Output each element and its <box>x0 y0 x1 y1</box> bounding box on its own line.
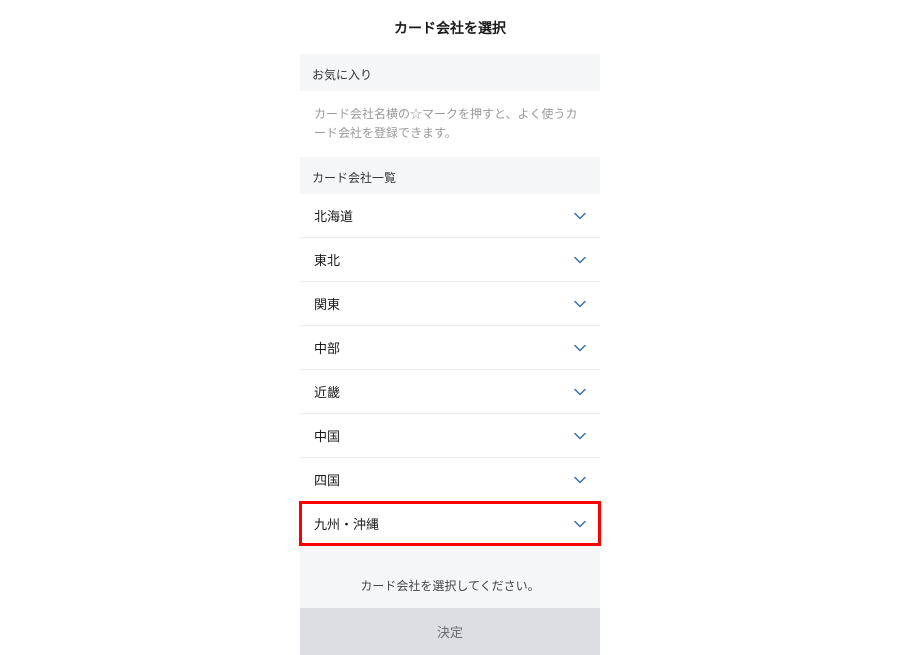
list-item[interactable]: 四国 <box>300 458 600 502</box>
chevron-down-icon <box>574 386 586 398</box>
favorites-section-label: お気に入り <box>300 54 600 91</box>
company-list: 北海道東北関東中部近畿中国四国九州・沖縄 <box>300 194 600 545</box>
list-item[interactable]: 近畿 <box>300 370 600 414</box>
confirm-button[interactable]: 決定 <box>300 608 600 655</box>
chevron-down-icon <box>574 342 586 354</box>
chevron-down-icon <box>574 430 586 442</box>
list-item[interactable]: 中国 <box>300 414 600 458</box>
chevron-down-icon <box>574 254 586 266</box>
footer-message: カード会社を選択してください。 <box>300 565 600 608</box>
header: カード会社を選択 <box>300 0 600 54</box>
chevron-down-icon <box>574 518 586 530</box>
chevron-down-icon <box>574 210 586 222</box>
list-item-label: 近畿 <box>314 382 340 401</box>
phone-screen: カード会社を選択 お気に入り カード会社名横の☆マークを押すと、よく使うカード会… <box>300 0 600 635</box>
list-item[interactable]: 東北 <box>300 238 600 282</box>
list-item[interactable]: 九州・沖縄 <box>300 502 600 545</box>
list-item-label: 四国 <box>314 470 340 489</box>
list-item[interactable]: 北海道 <box>300 194 600 238</box>
footer: カード会社を選択してください。 決定 <box>300 545 600 655</box>
list-item-label: 東北 <box>314 250 340 269</box>
list-item-label: 九州・沖縄 <box>314 514 379 533</box>
company-list-section-label: カード会社一覧 <box>300 157 600 194</box>
list-item-label: 中部 <box>314 338 340 357</box>
chevron-down-icon <box>574 298 586 310</box>
favorites-empty-message: カード会社名横の☆マークを押すと、よく使うカード会社を登録できます。 <box>300 91 600 157</box>
page-title: カード会社を選択 <box>300 18 600 38</box>
list-item-label: 北海道 <box>314 206 353 225</box>
chevron-down-icon <box>574 474 586 486</box>
list-item[interactable]: 中部 <box>300 326 600 370</box>
list-item-label: 中国 <box>314 426 340 445</box>
list-item-label: 関東 <box>314 294 340 313</box>
list-item[interactable]: 関東 <box>300 282 600 326</box>
